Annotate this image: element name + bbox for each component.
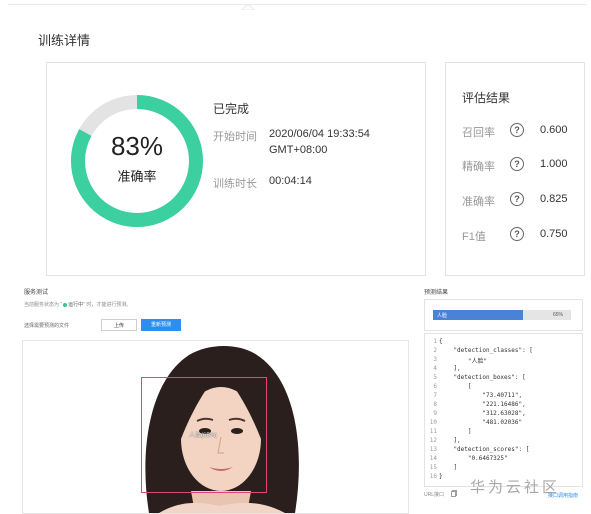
training-status: 已完成 — [213, 102, 250, 116]
eval-name: 召回率 — [462, 127, 495, 139]
prediction-bar-card: 人脸 65% — [424, 299, 583, 331]
json-code: "73.40711", — [439, 392, 523, 399]
json-code: "481.02036" — [439, 419, 523, 426]
line-number: 6 — [433, 383, 437, 390]
json-code: { — [439, 338, 443, 345]
panel-pointer — [242, 4, 254, 10]
json-code: ], — [439, 437, 461, 444]
eval-value: 0.750 — [540, 228, 568, 240]
api-guide-link[interactable]: 接口调用指南 — [548, 492, 578, 499]
json-code: ] — [439, 464, 458, 471]
status-prefix: 当前服务状态为 " — [24, 302, 63, 308]
eval-row-precision: 精确率 ? 1.000 — [462, 157, 574, 173]
training-summary-card: 83% 准确率 已完成 开始时间 2020/06/04 19:33:54 GMT… — [46, 62, 426, 276]
url-label: URL接口 — [424, 492, 445, 498]
duration-value: 00:04:14 — [269, 175, 312, 187]
page-title: 训练详情 — [38, 33, 91, 48]
running-dot-icon — [63, 302, 68, 307]
start-time-value: 2020/06/04 19:33:54 GMT+08:00 — [269, 126, 370, 158]
eval-name: F1值 — [462, 231, 486, 243]
json-line: 14 "0.6467325" — [425, 455, 582, 464]
line-number: 10 — [429, 419, 437, 426]
line-number: 5 — [433, 374, 437, 381]
json-line: 15 ] — [425, 464, 582, 473]
line-number: 2 — [433, 347, 437, 354]
service-test-title: 服务测试 — [24, 290, 49, 296]
help-icon[interactable]: ? — [510, 192, 524, 206]
accuracy-label: 准确率 — [117, 169, 157, 184]
copy-icon[interactable] — [451, 490, 457, 497]
upload-label: 选择需要预测的文件 — [24, 323, 70, 329]
json-line: 9 "312.63028", — [425, 410, 582, 419]
prediction-image-area: 人脸(65%) — [22, 340, 409, 514]
line-number: 15 — [429, 464, 437, 471]
json-code: "0.6467325" — [439, 455, 508, 462]
start-time-zone: GMT+08:00 — [269, 144, 328, 156]
json-code: ], — [439, 365, 461, 372]
prediction-title: 预测结果 — [424, 290, 449, 296]
json-code: "312.63028", — [439, 410, 526, 417]
json-line: 13 "detection_scores": [ — [425, 446, 582, 455]
prediction-json-viewer: 1{2 "detection_classes": [3 "人脸" 4 ], 5 "d… — [424, 333, 583, 487]
eval-name: 准确率 — [462, 196, 495, 208]
json-line: 10 "481.02036" — [425, 419, 582, 428]
training-detail-panel: 训练详情 83% 准确率 已完成 开始时间 2020/06/04 19:33:5… — [8, 4, 586, 281]
evaluation-card: 评估结果 召回率 ? 0.600 精确率 ? 1.000 准确率 ? 0.825… — [445, 62, 585, 276]
json-line: 3 "人脸" — [425, 356, 582, 365]
service-status-text: 当前服务状态为 " 运行中" 时，才能进行预测。 — [24, 301, 131, 308]
line-number: 8 — [433, 401, 437, 408]
json-code: "detection_scores": [ — [439, 446, 530, 453]
eval-name: 精确率 — [462, 161, 495, 173]
help-icon[interactable]: ? — [510, 227, 524, 241]
json-line: 4 ], — [425, 365, 582, 374]
json-code: [ — [439, 383, 472, 390]
json-line: 6 [ — [425, 383, 582, 392]
detection-label: 人脸(65%) — [189, 433, 218, 439]
json-line: 1{ — [425, 338, 582, 347]
json-code: ] — [439, 428, 472, 435]
json-code: "detection_boxes": [ — [439, 374, 526, 381]
line-number: 9 — [433, 410, 437, 417]
help-icon[interactable]: ? — [510, 157, 524, 171]
json-line: 7 "73.40711", — [425, 392, 582, 401]
eval-row-accuracy: 准确率 ? 0.825 — [462, 192, 574, 208]
line-number: 12 — [429, 437, 437, 444]
evaluation-title: 评估结果 — [462, 91, 511, 105]
json-code: } — [439, 473, 443, 480]
json-line: 8 "221.16486", — [425, 401, 582, 410]
duration-label: 训练时长 — [213, 178, 257, 190]
start-time-date: 2020/06/04 19:33:54 — [269, 128, 370, 140]
json-line: 2 "detection_classes": [ — [425, 347, 582, 356]
line-number: 4 — [433, 365, 437, 372]
status-suffix: " 时，才能进行预测。 — [83, 302, 132, 308]
line-number: 7 — [433, 392, 437, 399]
json-code: "221.16486", — [439, 401, 526, 408]
json-line: 12 ], — [425, 437, 582, 446]
line-number: 16 — [429, 473, 437, 480]
json-code: "detection_classes": [ — [439, 347, 533, 354]
line-number: 3 — [433, 356, 437, 363]
line-number: 13 — [429, 446, 437, 453]
eval-row-f1: F1值 ? 0.750 — [462, 227, 574, 243]
confidence-bar-percent: 65% — [552, 312, 563, 318]
upload-button[interactable]: 上传 — [101, 319, 137, 331]
json-line: 5 "detection_boxes": [ — [425, 374, 582, 383]
line-number: 1 — [433, 338, 437, 345]
accuracy-percent: 83% — [110, 131, 164, 161]
start-time-label: 开始时间 — [213, 131, 257, 143]
confidence-bar: 人脸 65% — [433, 310, 571, 320]
line-number: 11 — [429, 428, 437, 435]
eval-row-recall: 召回率 ? 0.600 — [462, 123, 574, 139]
eval-value: 0.600 — [540, 124, 568, 136]
line-number: 14 — [429, 455, 437, 462]
json-line: 11 ] — [425, 428, 582, 437]
eval-value: 0.825 — [540, 193, 568, 205]
json-code: "人脸" — [439, 358, 488, 365]
predict-button[interactable]: 重新预测 — [141, 319, 181, 331]
watermark: 华为云社区 — [470, 478, 561, 496]
status-value: 运行中 — [68, 302, 84, 308]
confidence-bar-label: 人脸 — [437, 313, 448, 319]
eval-value: 1.000 — [540, 158, 568, 170]
help-icon[interactable]: ? — [510, 123, 524, 137]
